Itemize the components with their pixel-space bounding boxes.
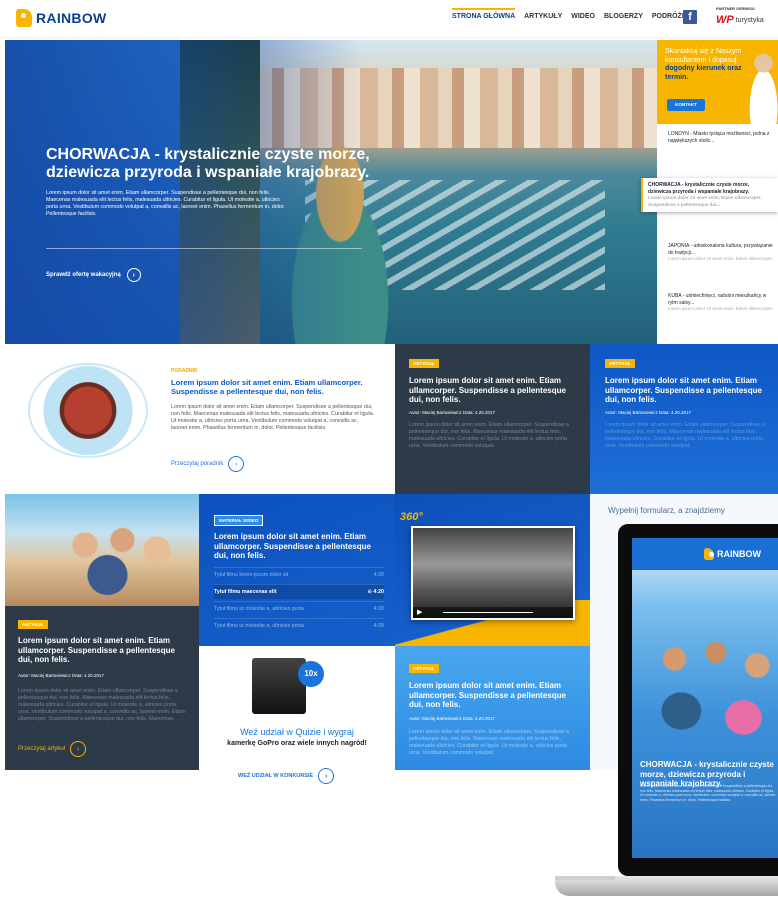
video-progress-bar[interactable] bbox=[443, 612, 533, 613]
hero-offer-label: Sprawdź ofertę wakacyjną bbox=[46, 272, 121, 278]
article-meta: Autor: Maciej Bartosiewicz Data: 4.20.20… bbox=[409, 716, 496, 721]
side-item-text: Lorem ipsum dolor sit amet enim. Etiam u… bbox=[648, 195, 762, 207]
play-icon[interactable]: ▶ bbox=[417, 608, 422, 616]
hero-description: Lorem ipsum dolor sit amet enim. Etiam u… bbox=[46, 190, 285, 217]
side-item-title: CHORWACJA - krystalicznie czyste morze, … bbox=[648, 182, 750, 195]
side-item-title: LONDYN - Miasto tysiąca możliwości, jedn… bbox=[668, 131, 770, 144]
article-title[interactable]: Lorem ipsum dolor sit amet enim. Etiam u… bbox=[409, 681, 579, 710]
side-item-text: Lorem ipsum dolor sit amet enim. Etiam u… bbox=[668, 306, 774, 311]
video-list-item[interactable]: Tytuł filmu ut molestie a, ultricies por… bbox=[214, 618, 384, 633]
article-meta: Autor: Maciej Bartosiewicz Data: 4.20.20… bbox=[605, 410, 692, 415]
article-tag: ARTYKUŁ bbox=[605, 359, 635, 368]
article-tag: ARTYKUŁ bbox=[409, 359, 439, 368]
main-nav: STRONA GŁÓWNA ARTYKUŁY WIDEO BLOGERZY PO… bbox=[452, 8, 687, 20]
video-player[interactable] bbox=[411, 526, 575, 620]
guide-text: Lorem ipsum dolor sit amet enim. Etiam u… bbox=[171, 404, 375, 431]
rainbow-logo-icon bbox=[704, 548, 714, 560]
partner-logo[interactable]: WP turystyka bbox=[716, 14, 764, 26]
wp-logo-icon: WP bbox=[716, 14, 734, 26]
arrow-right-icon: › bbox=[228, 456, 245, 472]
laptop-photo-people bbox=[640, 620, 778, 750]
video-item-title: Tytuł filmu lorem ipsum dolor sit bbox=[214, 572, 289, 578]
video-item-title: Tytuł filmu ut molestie a, ultricies por… bbox=[214, 623, 304, 629]
arrow-right-icon: › bbox=[126, 268, 141, 282]
hero-divider bbox=[46, 248, 362, 249]
article-tag: ARTYKUŁ bbox=[18, 620, 48, 629]
contact-button[interactable]: KONTAKT bbox=[667, 99, 705, 111]
laptop-logo: RAINBOW bbox=[704, 548, 761, 560]
video-item-time: 4:20 bbox=[373, 606, 384, 612]
video-title[interactable]: Lorem ipsum dolor sit amet enim. Etiam u… bbox=[214, 532, 384, 561]
guide-read-label: Przeczytaj poradnik bbox=[171, 461, 224, 467]
form-title: Wypełnij formularz, a znajdziemy bbox=[608, 506, 725, 515]
facebook-icon[interactable]: f bbox=[683, 10, 697, 24]
video-item-time: 4:20 bbox=[373, 589, 384, 595]
suitcase-illustration bbox=[28, 363, 148, 458]
article-read-label: Przeczytaj artykuł bbox=[18, 746, 66, 752]
video-item-time: 4:20 bbox=[373, 572, 384, 578]
article-text: Lorem ipsum dolor sit amet enim. Etiam u… bbox=[409, 729, 569, 756]
nav-home[interactable]: STRONA GŁÓWNA bbox=[452, 8, 516, 20]
contact-promo-line: Skontaktuj się z Naszym konsultantem i d… bbox=[665, 48, 742, 64]
article-text: Lorem ipsum dolor sit amet enim. Etiam u… bbox=[605, 422, 765, 449]
guide-read-link[interactable]: Przeczytaj poradnik › bbox=[171, 456, 245, 472]
contact-promo-text: Skontaktuj się z Naszym konsultantem i d… bbox=[665, 48, 750, 82]
nav-travel[interactable]: PODRÓŻE bbox=[652, 13, 687, 20]
nav-bloggers[interactable]: BLOGERZY bbox=[604, 13, 643, 20]
laptop-brand: RAINBOW bbox=[717, 549, 761, 559]
playing-indicator-icon: ⊙ bbox=[367, 589, 372, 595]
video-item-title: Tytuł filmu ut molestie a, ultricies por… bbox=[214, 606, 304, 612]
hero-title: CHORWACJA - krystalicznie czyste morze, … bbox=[46, 146, 370, 181]
video-controls[interactable]: ▶ bbox=[413, 607, 573, 618]
gopro-camera-image bbox=[252, 658, 306, 714]
article-title[interactable]: Lorem ipsum dolor sit amet enim. Etiam u… bbox=[409, 376, 579, 405]
side-item-text: Lorem ipsum dolor sit amet enim. Etiam u… bbox=[668, 256, 774, 261]
guide-tag: PORADNIK bbox=[171, 368, 198, 374]
arrow-right-icon: › bbox=[70, 741, 87, 757]
nav-video[interactable]: WIDEO bbox=[571, 13, 595, 20]
video-item-time-wrap: ⊙ 4:20 bbox=[367, 589, 384, 595]
video-list-item-active[interactable]: Tytuł filmu maecenas elit ⊙ 4:20 bbox=[214, 584, 384, 599]
video-item-time: 4:20 bbox=[373, 623, 384, 629]
side-list-item[interactable]: LONDYN - Miasto tysiąca możliwości, jedn… bbox=[668, 131, 776, 144]
article-meta: Autor: Maciej Bartosiewicz Data: 4.20.20… bbox=[18, 673, 105, 678]
side-item-title: JAPONIA - udoskonalona kultura, przywiąz… bbox=[668, 243, 773, 256]
arrow-right-icon: › bbox=[318, 768, 335, 784]
hero-offer-link[interactable]: Sprawdź ofertę wakacyjną › bbox=[46, 268, 141, 282]
article-meta: Autor: Maciej Bartosiewicz Data: 4.20.20… bbox=[409, 410, 496, 415]
quiz-line-2: kamerkę GoPro oraz wiele innych nagród! bbox=[227, 740, 367, 747]
article-title[interactable]: Lorem ipsum dolor sit amet enim. Etiam u… bbox=[18, 636, 188, 665]
video-list-item[interactable]: Tytuł filmu lorem ipsum dolor sit 4:20 bbox=[214, 567, 384, 582]
quiz-badge: 10x bbox=[298, 661, 324, 687]
laptop-hero-text: Lorem ipsum dolor sit amet enim. Etiam u… bbox=[640, 784, 776, 802]
selfie-people bbox=[40, 505, 190, 605]
nav-articles[interactable]: ARTYKUŁY bbox=[524, 13, 562, 20]
rainbow-logo-icon bbox=[16, 9, 32, 27]
article-title[interactable]: Lorem ipsum dolor sit amet enim. Etiam u… bbox=[605, 376, 770, 405]
side-list-item[interactable]: JAPONIA - udoskonalona kultura, przywiąz… bbox=[668, 243, 776, 263]
guide-title[interactable]: Lorem ipsum dolor sit amet enim. Etiam u… bbox=[171, 378, 375, 396]
contact-promo-bold: dogodny kierunek oraz termin. bbox=[665, 65, 742, 81]
article-text: Lorem ipsum dolor sit amet enim. Etiam u… bbox=[409, 422, 569, 449]
brand-name: RAINBOW bbox=[36, 10, 107, 26]
partner-name: turystyka bbox=[735, 16, 764, 24]
site-logo[interactable]: RAINBOW bbox=[16, 9, 107, 27]
article-text: Lorem ipsum dolor sit amet enim. Etiam u… bbox=[18, 688, 186, 722]
article-read-link[interactable]: Przeczytaj artykuł › bbox=[18, 741, 87, 757]
quiz-join-link[interactable]: WEŹ UDZIAŁ W KONKURSIE › bbox=[238, 768, 335, 784]
partner-label: PARTNER SERWISU bbox=[716, 6, 755, 11]
quiz-join-label: WEŹ UDZIAŁ W KONKURSIE bbox=[238, 773, 314, 779]
side-list-item[interactable]: KUBA - uśmiechnięci, radośni mieszkańcy … bbox=[668, 293, 776, 313]
video-item-title: Tytuł filmu maecenas elit bbox=[214, 589, 277, 595]
article-tag: ARTYKUŁ bbox=[409, 664, 439, 673]
video-list-item[interactable]: Tytuł filmu ut molestie a, ultricies por… bbox=[214, 601, 384, 616]
quiz-line-1: Weź udział w Quizie i wygraj bbox=[240, 727, 354, 737]
360-badge: 360° bbox=[400, 511, 423, 523]
side-list-item-active[interactable]: CHORWACJA - krystalicznie czyste morze, … bbox=[641, 178, 778, 212]
side-item-title: KUBA - uśmiechnięci, radośni mieszkańcy … bbox=[668, 293, 767, 306]
laptop-notch bbox=[555, 876, 615, 880]
video-tag: MATERIAŁ WIDEO bbox=[214, 515, 264, 526]
